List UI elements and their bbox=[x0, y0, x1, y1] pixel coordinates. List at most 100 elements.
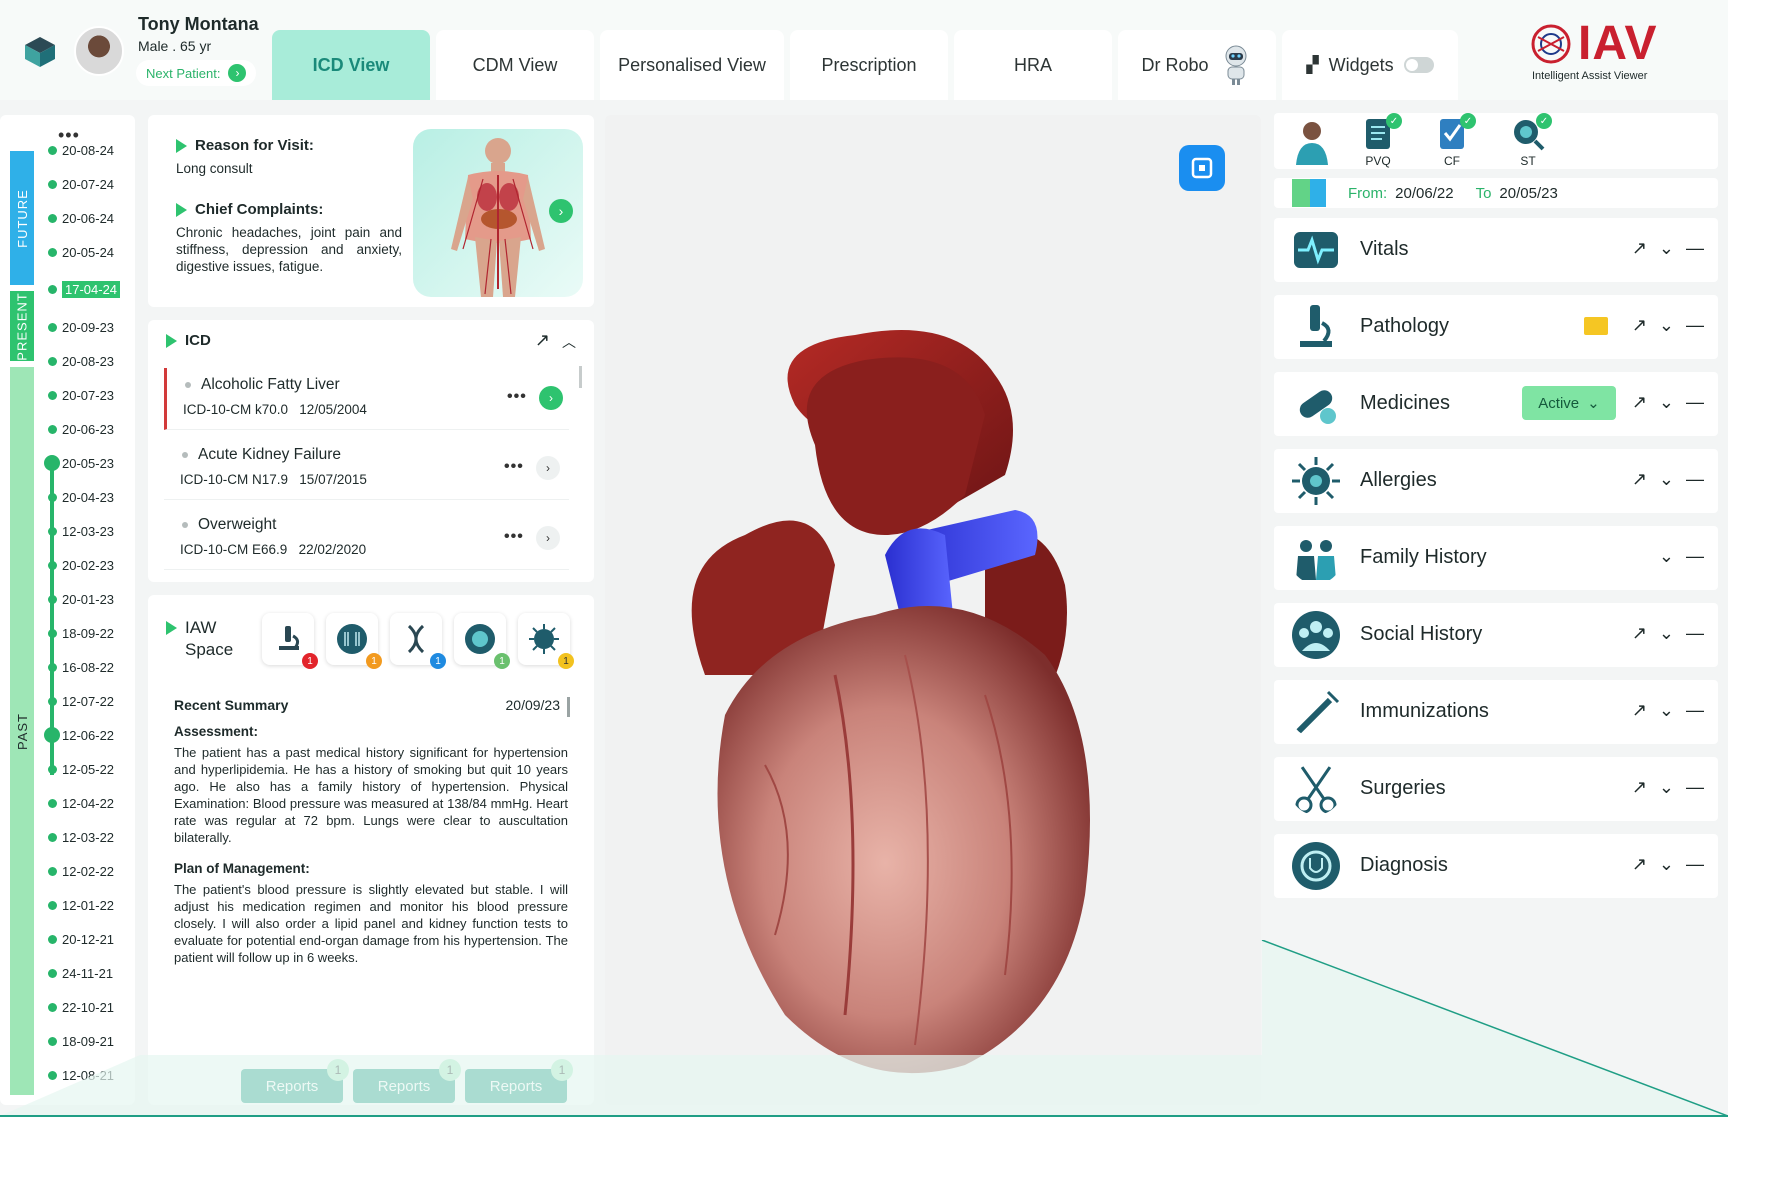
timeline-future-band[interactable]: FUTURE bbox=[10, 151, 34, 285]
tab-widgets[interactable]: ▞ Widgets bbox=[1282, 30, 1458, 100]
timeline-date-item[interactable]: 22-10-21 bbox=[48, 998, 114, 1016]
heart-model[interactable] bbox=[605, 115, 1261, 1105]
fullscreen-button[interactable] bbox=[1179, 145, 1225, 191]
patient-avatar[interactable] bbox=[74, 26, 124, 76]
timeline-date-item[interactable]: 20-05-23 bbox=[44, 454, 114, 472]
more-options-icon[interactable]: ••• bbox=[504, 528, 524, 546]
timeline-date-item[interactable]: 12-06-22 bbox=[44, 726, 114, 744]
section-family-history[interactable]: Family History ⌄ — bbox=[1274, 526, 1718, 590]
chevron-down-icon[interactable]: ⌄ bbox=[1659, 238, 1674, 259]
more-options-icon[interactable]: ••• bbox=[507, 388, 527, 406]
section-surgeries[interactable]: Surgeries ↗ ⌄ — bbox=[1274, 757, 1718, 821]
timeline-date-item[interactable]: 20-07-23 bbox=[48, 386, 114, 404]
timeline-date-item[interactable]: 20-02-23 bbox=[48, 556, 114, 574]
section-pathology[interactable]: Pathology ↗ ⌄ — bbox=[1274, 295, 1718, 359]
tab-hra[interactable]: HRA bbox=[954, 30, 1112, 100]
date-range-bar[interactable]: From: 20/06/22 To 20/05/23 bbox=[1274, 178, 1718, 208]
open-arrow-icon[interactable]: ↗ bbox=[1632, 469, 1647, 490]
open-arrow-icon[interactable]: ↗ bbox=[1632, 392, 1647, 413]
tab-dr-robo[interactable]: Dr Robo bbox=[1118, 30, 1276, 100]
minimize-icon[interactable]: — bbox=[1686, 392, 1704, 413]
timeline-date-item[interactable]: 20-08-24 bbox=[48, 141, 114, 159]
minimize-icon[interactable]: — bbox=[1686, 777, 1704, 798]
timeline-date-item[interactable]: 12-05-22 bbox=[48, 760, 114, 778]
timeline-date-item[interactable]: 24-11-21 bbox=[48, 964, 113, 982]
dna-widget[interactable]: 1 bbox=[390, 613, 446, 669]
3d-viewer[interactable] bbox=[605, 115, 1261, 1105]
folder-icon[interactable] bbox=[1584, 317, 1608, 335]
timeline-date-item[interactable]: 20-01-23 bbox=[48, 590, 114, 608]
minimize-icon[interactable]: — bbox=[1686, 700, 1704, 721]
section-vitals[interactable]: Vitals ↗ ⌄ — bbox=[1274, 218, 1718, 282]
chevron-down-icon[interactable]: ⌄ bbox=[1659, 623, 1674, 644]
medicines-status-dropdown[interactable]: Active ⌄ bbox=[1522, 386, 1616, 420]
timeline-date-item[interactable]: 12-03-22 bbox=[48, 828, 114, 846]
tab-personalised-view[interactable]: Personalised View bbox=[600, 30, 784, 100]
timeline-date-item[interactable]: 12-07-22 bbox=[48, 692, 114, 710]
open-arrow-icon[interactable]: ↗ bbox=[1632, 854, 1647, 875]
reports-button[interactable]: Reports 1 bbox=[353, 1059, 461, 1103]
scrollbar[interactable] bbox=[567, 697, 570, 717]
chevron-down-icon[interactable]: ⌄ bbox=[1659, 392, 1674, 413]
timeline-date-item[interactable]: 20-06-23 bbox=[48, 420, 114, 438]
tab-prescription[interactable]: Prescription bbox=[790, 30, 948, 100]
virus-widget[interactable]: 1 bbox=[518, 613, 574, 669]
widgets-toggle[interactable] bbox=[1403, 57, 1434, 73]
minimize-icon[interactable]: — bbox=[1686, 623, 1704, 644]
chevron-right-icon[interactable]: › bbox=[536, 456, 560, 480]
st-widget[interactable]: ✓ ST bbox=[1504, 113, 1552, 168]
scrollbar[interactable] bbox=[579, 366, 582, 388]
chevron-right-icon[interactable]: › bbox=[539, 386, 563, 410]
chevron-right-icon[interactable]: › bbox=[536, 526, 560, 550]
minimize-icon[interactable]: — bbox=[1686, 315, 1704, 336]
timeline-date-item[interactable]: 20-12-21 bbox=[48, 930, 114, 948]
timeline-present-band[interactable]: PRESENT bbox=[10, 291, 34, 361]
icd-item[interactable]: Overweight ICD-10-CM E66.9 22/02/2020 ••… bbox=[164, 508, 569, 570]
section-medicines[interactable]: Medicines Active ⌄ ↗ ⌄ — bbox=[1274, 372, 1718, 436]
reports-button[interactable]: Reports 1 bbox=[241, 1059, 349, 1103]
timeline-date-item[interactable]: 20-04-23 bbox=[48, 488, 114, 506]
timeline-past-band[interactable]: PAST bbox=[10, 367, 34, 1095]
timeline-date-item[interactable]: 20-07-24 bbox=[48, 175, 114, 193]
timeline-date-item[interactable]: 16-08-22 bbox=[48, 658, 114, 676]
section-social-history[interactable]: Social History ↗ ⌄ — bbox=[1274, 603, 1718, 667]
minimize-icon[interactable]: — bbox=[1686, 469, 1704, 490]
icd-item[interactable]: Acute Kidney Failure ICD-10-CM N17.9 15/… bbox=[164, 438, 569, 500]
cf-widget[interactable]: ✓ CF bbox=[1428, 113, 1476, 168]
open-arrow-icon[interactable]: ↗ bbox=[1632, 777, 1647, 798]
timeline-date-item[interactable]: 12-02-22 bbox=[48, 862, 114, 880]
timeline-date-item[interactable]: 12-04-22 bbox=[48, 794, 114, 812]
minimize-icon[interactable]: — bbox=[1686, 854, 1704, 875]
pvq-widget[interactable]: ✓ PVQ bbox=[1354, 113, 1402, 168]
app-logo-icon[interactable] bbox=[22, 34, 58, 70]
chevron-right-icon[interactable]: › bbox=[549, 199, 573, 223]
more-options-icon[interactable]: ••• bbox=[504, 458, 524, 476]
timeline-date-item[interactable]: 12-08-21 bbox=[48, 1066, 114, 1084]
timeline-date-item[interactable]: 18-09-21 bbox=[48, 1032, 114, 1050]
chevron-down-icon[interactable]: ⌄ bbox=[1659, 469, 1674, 490]
timeline-date-item[interactable]: 20-09-23 bbox=[48, 318, 114, 336]
anatomy-body-image[interactable]: › bbox=[413, 129, 583, 297]
chevron-down-icon[interactable]: ⌄ bbox=[1659, 546, 1674, 567]
scan-widget[interactable]: 1 bbox=[454, 613, 510, 669]
section-diagnosis[interactable]: Diagnosis ↗ ⌄ — bbox=[1274, 834, 1718, 898]
icd-item[interactable]: Alcoholic Fatty Liver ICD-10-CM k70.0 12… bbox=[164, 368, 569, 430]
timeline-date-item[interactable]: 12-01-22 bbox=[48, 896, 114, 914]
chevron-down-icon[interactable]: ⌄ bbox=[1659, 777, 1674, 798]
microscope-widget[interactable]: 1 bbox=[262, 613, 318, 669]
reports-button[interactable]: Reports 1 bbox=[465, 1059, 573, 1103]
xray-widget[interactable]: 1 bbox=[326, 613, 382, 669]
to-date[interactable]: 20/05/23 bbox=[1499, 185, 1557, 202]
open-arrow-icon[interactable]: ↗ bbox=[1632, 700, 1647, 721]
tab-icd-view[interactable]: ICD View bbox=[272, 30, 430, 100]
section-allergies[interactable]: Allergies ↗ ⌄ — bbox=[1274, 449, 1718, 513]
chevron-down-icon[interactable]: ⌄ bbox=[1659, 315, 1674, 336]
timeline-date-item[interactable]: 18-09-22 bbox=[48, 624, 114, 642]
next-patient-button[interactable]: Next Patient: › bbox=[136, 60, 257, 86]
minimize-icon[interactable]: — bbox=[1686, 238, 1704, 259]
chevron-up-icon[interactable]: ︿ bbox=[562, 332, 576, 352]
minimize-icon[interactable]: — bbox=[1686, 546, 1704, 567]
from-date[interactable]: 20/06/22 bbox=[1395, 185, 1453, 202]
chevron-down-icon[interactable]: ⌄ bbox=[1659, 700, 1674, 721]
timeline-date-item[interactable]: 17-04-24 bbox=[48, 280, 121, 298]
